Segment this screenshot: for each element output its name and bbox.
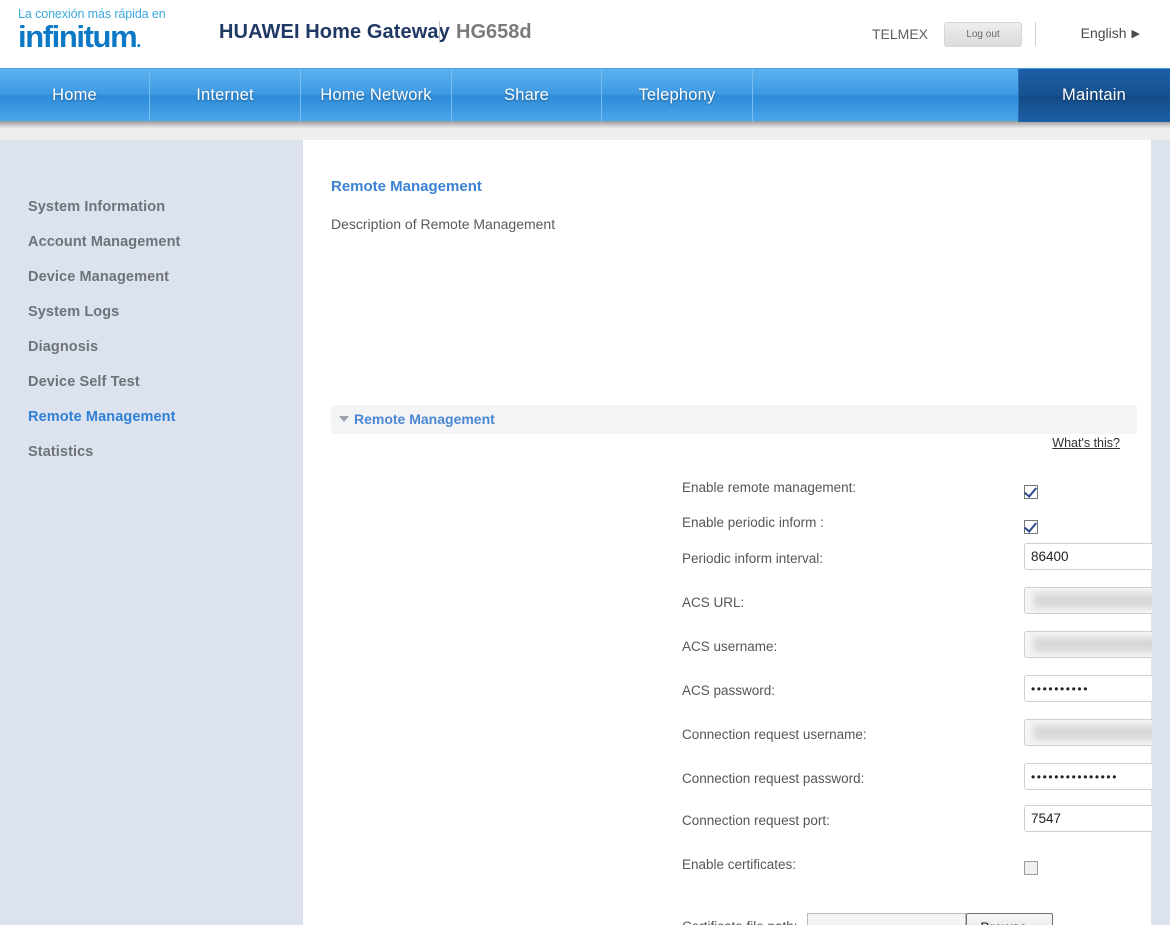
chevron-down-icon[interactable]	[339, 416, 349, 422]
redacted-value	[1033, 593, 1170, 608]
sidebar-item-label: Device Self Test	[28, 374, 140, 390]
sidebar-item-statistics[interactable]: Statistics	[28, 444, 93, 460]
nav-shadow	[0, 121, 1170, 128]
right-strip	[1152, 140, 1170, 925]
redacted-value	[1033, 637, 1170, 652]
content-panel: Remote Management Description of Remote …	[303, 140, 1170, 925]
sidebar-item-label: Device Management	[28, 269, 170, 285]
input-connection-request-password[interactable]: •••••••••••••••	[1024, 763, 1170, 790]
browse-button[interactable]: Browse...	[966, 913, 1053, 925]
nav-item-label: Telephony	[638, 86, 716, 104]
redacted-value	[1033, 725, 1170, 740]
label-connection-request-password: Connection request password:	[682, 771, 865, 786]
brand-separator	[439, 21, 440, 43]
nav-item-home-network[interactable]: Home Network	[301, 69, 452, 122]
language-label: English	[1080, 25, 1127, 41]
label-enable-remote-management: Enable remote management:	[682, 480, 857, 495]
nav-item-label: Home Network	[320, 86, 432, 104]
page-title: Remote Management	[331, 178, 482, 195]
account-name: TELMEX	[871, 26, 928, 42]
sidebar-item-label: System Logs	[28, 304, 120, 320]
sidebar-item-label: Account Management	[28, 234, 181, 250]
brand-title: HUAWEI Home Gateway	[219, 21, 450, 43]
sidebar-item-system-logs[interactable]: System Logs	[28, 304, 119, 320]
nav-item-maintain[interactable]: Maintain	[1018, 69, 1170, 122]
input-acs-url[interactable]	[1024, 587, 1170, 614]
nav-item-label: Share	[503, 86, 550, 104]
label-enable-periodic-inform: Enable periodic inform :	[682, 515, 824, 530]
sidebar-item-label: Diagnosis	[28, 339, 99, 355]
brand-model: HG658d	[456, 21, 532, 43]
input-periodic-inform-interval[interactable]: 86400	[1024, 543, 1170, 570]
certificate-file-path-input[interactable]	[807, 913, 966, 925]
label-acs-password: ACS password:	[682, 683, 776, 698]
sidebar-item-system-information[interactable]: System Information	[28, 199, 165, 215]
page-body: System Information Account Management Devi…	[0, 140, 1170, 925]
logo-wordmark: infinitum.	[18, 21, 208, 57]
nav-item-home[interactable]: Home	[0, 69, 150, 122]
section-header-remote-management[interactable]: Remote Management	[331, 405, 1137, 434]
input-connection-request-port[interactable]: 7547	[1024, 805, 1170, 832]
nav-item-share[interactable]: Share	[452, 69, 602, 122]
nav-item-telephony[interactable]: Telephony	[602, 69, 753, 122]
label-acs-url: ACS URL:	[682, 595, 745, 610]
nav-item-label: Maintain	[1062, 86, 1126, 104]
page-description: Description of Remote Management	[331, 216, 556, 232]
nav-gap	[0, 128, 1170, 140]
checkbox-enable-periodic-inform[interactable]	[1024, 520, 1038, 534]
nav-item-label: Internet	[196, 86, 254, 104]
whats-this-link[interactable]: What's this?	[1052, 436, 1120, 450]
input-acs-password[interactable]: ••••••••••	[1024, 675, 1170, 702]
label-periodic-inform-interval: Periodic inform interval:	[682, 551, 824, 566]
sidebar-item-label: Statistics	[28, 444, 94, 460]
label-connection-request-username: Connection request username:	[682, 727, 867, 742]
sidebar-item-diagnosis[interactable]: Diagnosis	[28, 339, 98, 355]
checkbox-enable-remote-management[interactable]	[1024, 485, 1038, 499]
sidebar-item-device-self-test[interactable]: Device Self Test	[28, 374, 140, 390]
main-navigation: Home Internet Home Network Share Telephony Ma…	[0, 68, 1170, 122]
label-acs-username: ACS username:	[682, 639, 778, 654]
input-connection-request-username[interactable]	[1024, 719, 1170, 746]
certificate-file-path-label: Certificate file path:	[682, 919, 798, 925]
chevron-right-icon: ▶	[1131, 28, 1140, 40]
sidebar: System Information Account Management Devi…	[0, 140, 303, 925]
label-enable-certificates: Enable certificates:	[682, 857, 797, 872]
language-selector[interactable]: English ▶	[1081, 25, 1140, 41]
sidebar-item-label: Remote Management	[28, 409, 176, 425]
logout-button[interactable]: Log out	[944, 22, 1022, 47]
logo-dot: .	[136, 31, 141, 51]
nav-item-internet[interactable]: Internet	[150, 69, 301, 122]
header-separator	[1035, 22, 1036, 46]
logo-word-text: infinitum	[18, 19, 138, 54]
infinitum-logo[interactable]: La conexión más rápida en infinitum.	[18, 7, 208, 57]
label-connection-request-port: Connection request port:	[682, 813, 830, 828]
page-header: La conexión más rápida en infinitum. HUA…	[0, 0, 1170, 68]
nav-item-label: Home	[52, 86, 97, 104]
sidebar-item-label: System Information	[28, 199, 166, 215]
checkbox-enable-certificates[interactable]	[1024, 861, 1038, 875]
sidebar-item-account-management[interactable]: Account Management	[28, 234, 180, 250]
input-acs-username[interactable]	[1024, 631, 1170, 658]
sidebar-item-device-management[interactable]: Device Management	[28, 269, 169, 285]
sidebar-item-remote-management[interactable]: Remote Management	[28, 409, 176, 425]
section-title[interactable]: Remote Management	[354, 411, 495, 427]
